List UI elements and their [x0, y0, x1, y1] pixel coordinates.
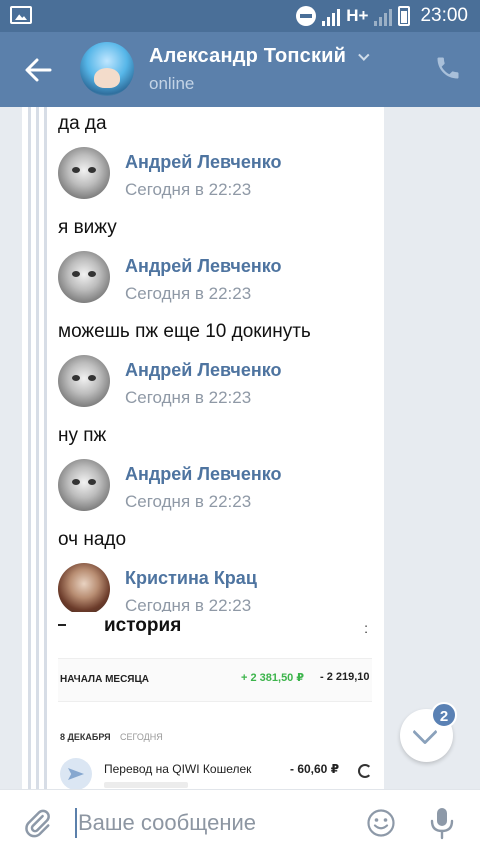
author-avatar[interactable] — [58, 459, 110, 511]
message-time: Сегодня в 22:23 — [125, 180, 252, 199]
author-name[interactable]: Андрей Левченко — [125, 360, 282, 381]
transaction-subtext — [104, 782, 188, 788]
author-avatar[interactable] — [58, 251, 110, 303]
composer — [0, 789, 480, 854]
smile-icon[interactable] — [366, 808, 396, 838]
attachment-title: история — [104, 615, 182, 636]
message-time: Сегодня в 22:23 — [125, 284, 252, 303]
message-text: можешь пж еще 10 докинуть — [58, 321, 311, 342]
forward-line — [36, 107, 39, 789]
month-label: НАЧАЛА МЕСЯЦА — [60, 674, 150, 685]
battery-icon — [398, 6, 411, 26]
signal-icon — [322, 6, 341, 26]
expense-amount: - 2 219,10 — [320, 671, 370, 683]
author-name[interactable]: Кристина Крац — [125, 568, 257, 589]
status-icons: H+ 23:00 — [296, 5, 468, 27]
today-label: СЕГОДНЯ — [120, 732, 163, 742]
forward-line — [28, 107, 31, 789]
microphone-icon[interactable] — [428, 806, 456, 840]
dnd-icon — [296, 6, 317, 26]
contact-name: Александр Топский — [149, 45, 347, 67]
signal-secondary-icon — [374, 6, 393, 26]
back-icon — [58, 624, 66, 626]
refresh-icon — [358, 764, 372, 778]
chat-header: Александр Топский online — [0, 32, 480, 107]
author-name[interactable]: Андрей Левченко — [125, 152, 282, 173]
transaction-label: Перевод на QIWI Кошелек — [104, 762, 252, 776]
message-text: ну пж — [58, 425, 107, 446]
image-icon — [10, 6, 32, 24]
month-summary: НАЧАЛА МЕСЯЦА + 2 381,50 ₽ - 2 219,10 — [58, 658, 372, 702]
phone-icon[interactable] — [434, 54, 462, 82]
send-icon — [60, 758, 92, 789]
back-arrow-icon[interactable] — [24, 56, 52, 84]
unread-badge: 2 — [431, 702, 457, 728]
chevron-down-icon — [357, 49, 370, 61]
paperclip-icon[interactable] — [22, 808, 52, 838]
message-time: Сегодня в 22:23 — [125, 492, 252, 511]
contact-title[interactable]: Александр Топский online — [149, 45, 370, 94]
author-avatar[interactable] — [58, 147, 110, 199]
transaction-amount: - 60,60 ₽ — [290, 762, 340, 776]
income-amount: + 2 381,50 ₽ — [241, 672, 305, 684]
contact-status: online — [149, 74, 195, 93]
forward-line — [44, 107, 47, 789]
author-avatar[interactable] — [58, 563, 110, 615]
message-text: оч надо — [58, 529, 127, 550]
message-time: Сегодня в 22:23 — [125, 388, 252, 407]
message-text: да да — [58, 113, 107, 134]
author-name[interactable]: Андрей Левченко — [125, 464, 282, 485]
message-text: я вижу — [58, 217, 117, 238]
status-bar: H+ 23:00 — [0, 0, 480, 32]
author-name[interactable]: Андрей Левченко — [125, 256, 282, 277]
message-input[interactable] — [78, 807, 348, 839]
clock: 23:00 — [420, 5, 468, 26]
more-icon: : — [364, 620, 368, 636]
network-type: H+ — [346, 6, 369, 25]
date-label: 8 ДЕКАБРЯ — [60, 732, 111, 742]
author-avatar[interactable] — [58, 355, 110, 407]
text-cursor — [75, 808, 77, 838]
photo-attachment[interactable]: история : НАЧАЛА МЕСЯЦА + 2 381,50 ₽ - 2… — [58, 612, 372, 789]
contact-avatar[interactable] — [80, 42, 134, 96]
